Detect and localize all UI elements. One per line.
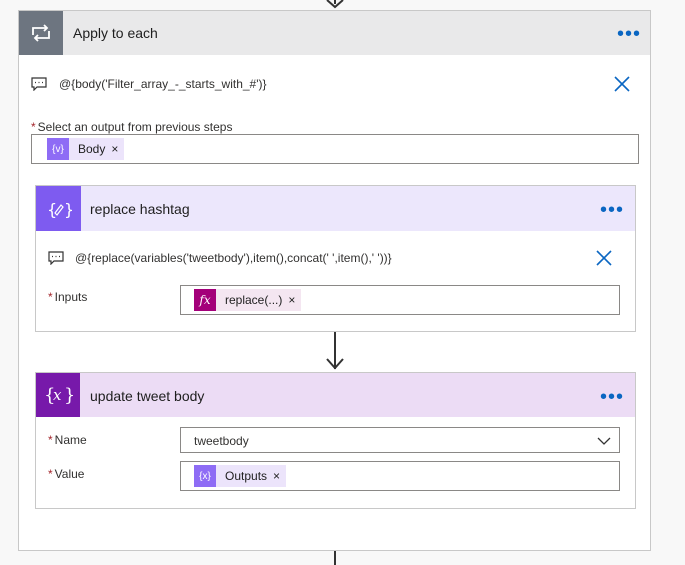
svg-text:x: x	[53, 386, 62, 404]
connector-line-bottom	[334, 551, 336, 565]
apply-to-each-title: Apply to each	[73, 25, 158, 41]
close-icon[interactable]	[595, 249, 613, 267]
name-label: * Name	[48, 433, 87, 447]
name-dropdown[interactable]: tweetbody	[180, 427, 620, 453]
body-token-label: Body	[78, 142, 106, 156]
name-value: tweetbody	[194, 434, 249, 448]
svg-text:{: {	[47, 200, 57, 219]
arrow-down-icon	[326, 358, 344, 370]
required-marker: *	[48, 433, 53, 447]
value-label-text: Value	[54, 467, 85, 481]
required-marker: *	[48, 467, 53, 481]
loop-icon	[19, 11, 63, 55]
close-icon[interactable]	[613, 75, 631, 93]
replace-hashtag-card: { } replace hashtag ••• @{replace(variab…	[35, 185, 636, 332]
variable-action-icon: { x }	[36, 373, 80, 417]
variable-icon: {x}	[194, 465, 216, 487]
remove-token-button[interactable]: ×	[288, 293, 301, 307]
required-marker: *	[48, 290, 53, 304]
update-tweet-body-card: { x } update tweet body ••• *Name tweetb…	[35, 372, 636, 509]
inputs-field[interactable]: fx replace(...) ×	[180, 285, 620, 315]
comment-icon	[48, 251, 64, 265]
select-output-label: * Select an output from previous steps	[31, 120, 232, 134]
remove-token-button[interactable]: ×	[273, 469, 286, 483]
replace-expression-text: @{replace(variables('tweetbody'),item(),…	[75, 251, 392, 265]
expression-icon: fx	[194, 289, 216, 311]
more-options-button[interactable]: •••	[600, 387, 624, 407]
inputs-label: * Inputs	[48, 290, 87, 304]
loop-expression-text: @{body('Filter_array_-_starts_with_#')}	[59, 77, 267, 91]
remove-token-button[interactable]: ×	[111, 142, 124, 156]
update-tweet-body-title: update tweet body	[90, 388, 205, 404]
replace-hashtag-header[interactable]: { } replace hashtag •••	[36, 186, 635, 231]
body-token[interactable]: {v} Body ×	[47, 138, 125, 160]
update-tweet-body-header[interactable]: { x } update tweet body •••	[36, 373, 635, 417]
variable-action-icon: { }	[36, 186, 81, 231]
value-field[interactable]: {x} Outputs ×	[180, 461, 620, 491]
apply-to-each-card: Apply to each ••• @{body('Filter_array_-…	[18, 10, 651, 551]
outputs-token[interactable]: {x} Outputs ×	[194, 465, 287, 487]
name-label-text: Name	[54, 433, 87, 447]
comment-icon	[31, 77, 47, 91]
replace-token[interactable]: fx replace(...) ×	[194, 289, 302, 311]
more-options-button[interactable]: •••	[600, 200, 624, 220]
arrow-down-icon	[326, 0, 344, 9]
variable-icon: {v}	[47, 138, 69, 160]
required-marker: *	[31, 120, 36, 134]
apply-to-each-header[interactable]: Apply to each •••	[19, 11, 650, 55]
select-output-label-text: Select an output from previous steps	[37, 120, 233, 134]
select-output-field[interactable]: {v} Body ×	[31, 134, 639, 164]
value-label: * Value	[48, 467, 84, 481]
replace-token-label: replace(...)	[225, 293, 283, 307]
outputs-token-label: Outputs	[225, 469, 268, 483]
svg-text:}: }	[64, 200, 72, 219]
more-options-button[interactable]: •••	[617, 24, 641, 44]
chevron-down-icon[interactable]	[597, 436, 611, 446]
inputs-label-text: Inputs	[54, 290, 88, 304]
svg-text:}: }	[64, 385, 73, 406]
replace-hashtag-title: replace hashtag	[90, 201, 190, 217]
